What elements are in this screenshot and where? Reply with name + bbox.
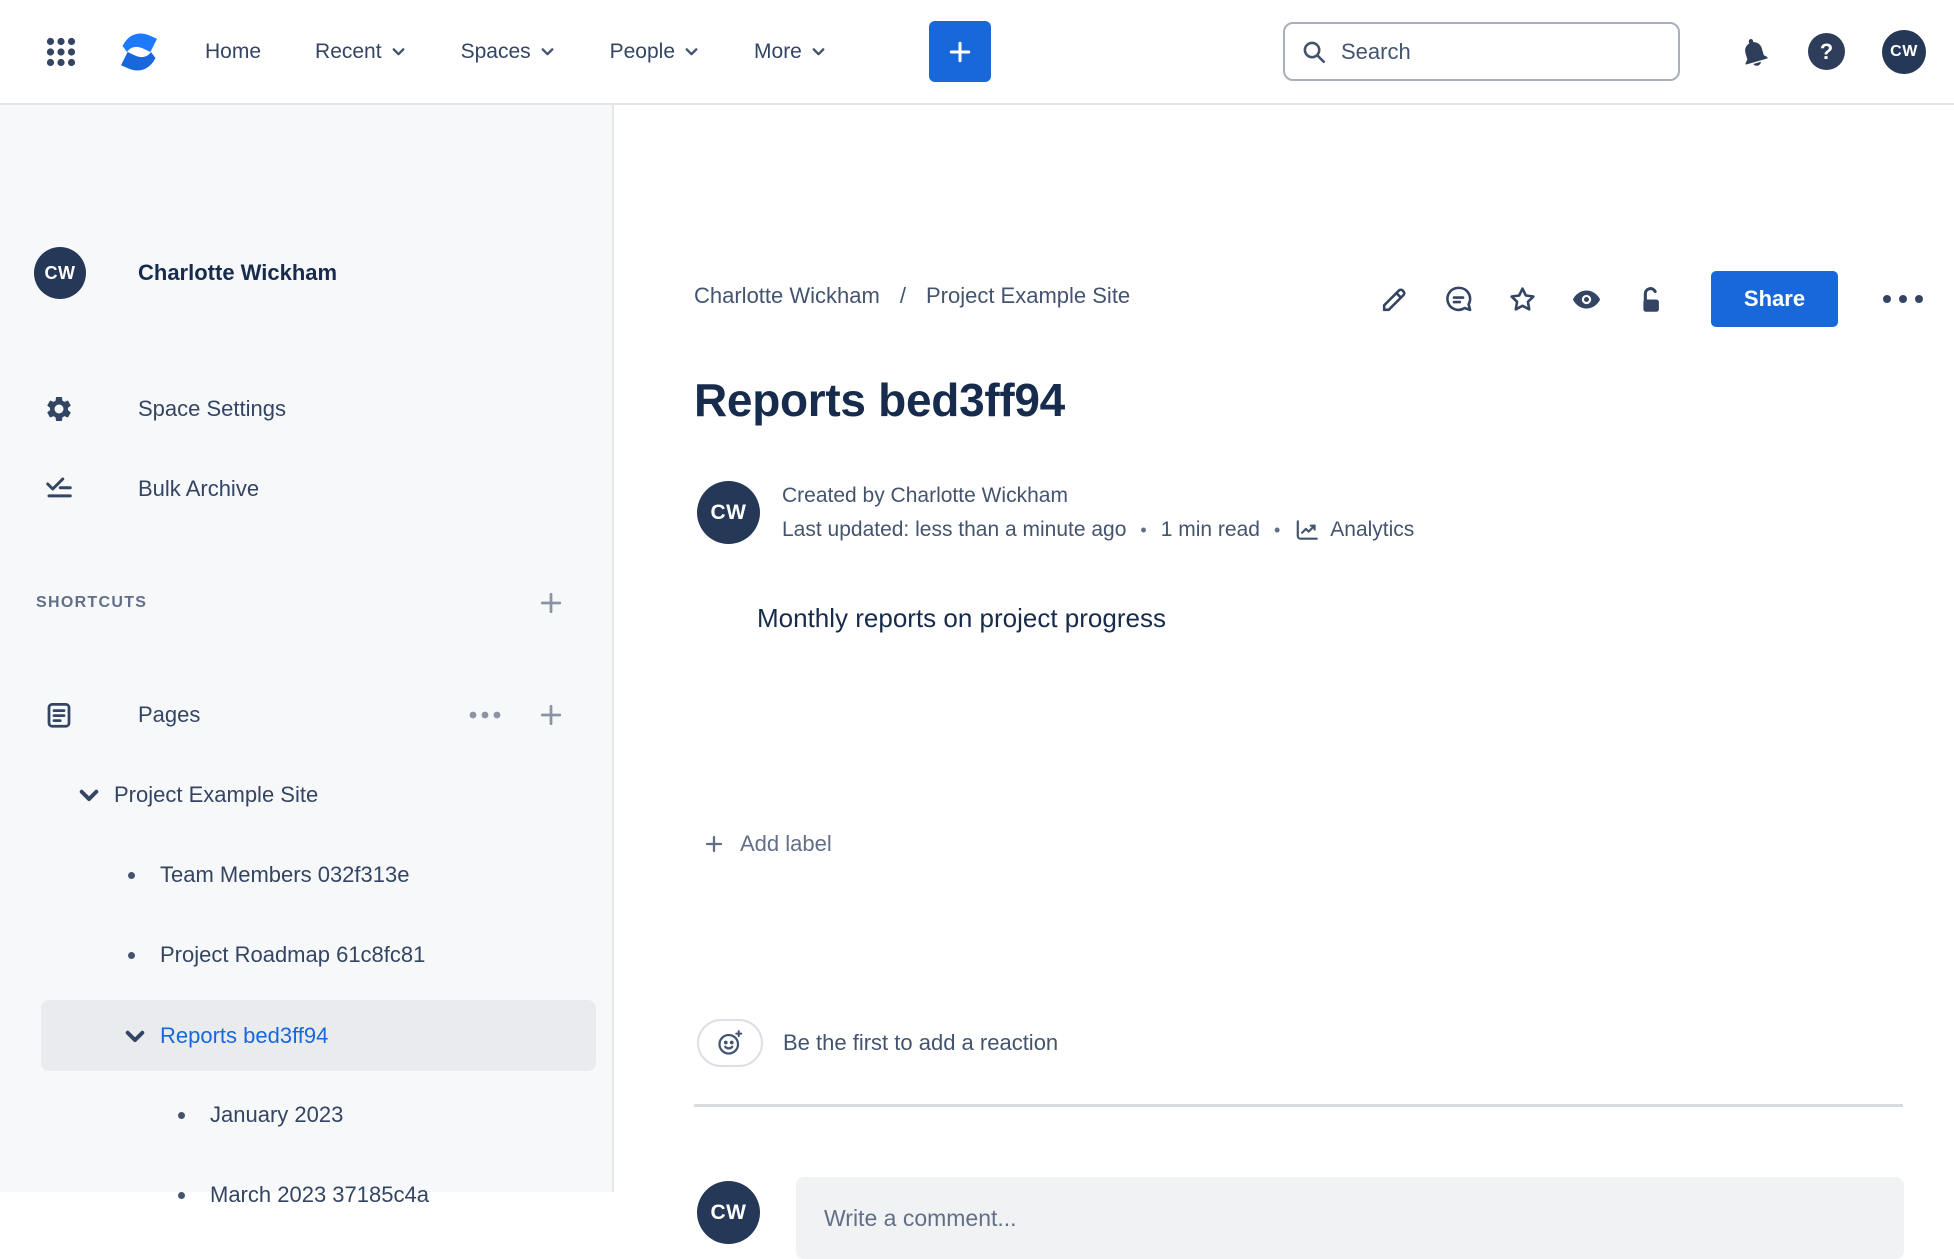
chevron-down-icon[interactable]: [122, 1023, 148, 1049]
space-name: Charlotte Wickham: [138, 260, 338, 285]
menu-home-label: Home: [205, 39, 262, 63]
sidebar-item-project-roadmap[interactable]: Project Roadmap 61c8fc81: [0, 926, 614, 984]
sidebar-item-space-settings[interactable]: Space Settings: [0, 381, 614, 437]
menu-spaces[interactable]: Spaces: [461, 40, 556, 64]
chevron-down-icon: [685, 48, 698, 56]
analytics-label: Analytics: [1330, 518, 1415, 541]
menu-people[interactable]: People: [610, 40, 700, 64]
menu-more[interactable]: More: [754, 40, 827, 64]
chevron-down-icon: [541, 48, 554, 56]
sidebar-item-project-example-site[interactable]: Project Example Site: [0, 766, 614, 824]
add-reaction-button[interactable]: [697, 1019, 763, 1067]
space-avatar: CW: [34, 247, 86, 299]
sidebar-item-team-members[interactable]: Team Members 032f313e: [0, 846, 614, 904]
add-label-text: Add label: [740, 831, 832, 856]
reactions-section: Be the first to add a reaction: [697, 1019, 1058, 1067]
chevron-down-icon[interactable]: [76, 782, 102, 808]
tree-item-label: Project Roadmap 61c8fc81: [160, 942, 426, 967]
tree-item-label: Reports bed3ff94: [160, 1022, 329, 1048]
bullet-icon: [178, 1191, 185, 1199]
share-button[interactable]: Share: [1711, 271, 1838, 327]
section-divider: [694, 1104, 1903, 1107]
unlock-icon[interactable]: [1635, 284, 1666, 315]
tree-item-label: Team Members 032f313e: [160, 862, 410, 887]
page-more-icon[interactable]: [1881, 293, 1925, 305]
add-shortcut-plus-icon[interactable]: [536, 588, 566, 618]
page-title: Reports bed3ff94: [694, 374, 1065, 426]
sidebar-item-march-2023[interactable]: March 2023 37185c4a: [0, 1166, 614, 1224]
space-sidebar: CW Charlotte Wickham Space Settings Bulk…: [0, 105, 614, 1207]
pages-document-icon: [47, 703, 71, 728]
comment-section: CW: [697, 1177, 1904, 1259]
bullet-icon: [178, 1111, 185, 1119]
watch-eye-icon[interactable]: [1571, 284, 1602, 315]
menu-home[interactable]: Home: [205, 40, 261, 64]
create-button[interactable]: [929, 21, 991, 82]
breadcrumb-separator: /: [899, 283, 906, 308]
author-avatar[interactable]: CW: [697, 481, 760, 544]
tree-item-label: March 2023 37185c4a: [210, 1182, 429, 1207]
sidebar-item-bulk-archive[interactable]: Bulk Archive: [0, 461, 614, 517]
tree-item-label: Project Example Site: [114, 782, 319, 807]
edit-pencil-icon[interactable]: [1379, 284, 1410, 315]
breadcrumb: Charlotte Wickham / Project Example Site: [694, 283, 1130, 309]
chevron-down-icon: [392, 48, 405, 56]
notifications-bell-icon[interactable]: [1733, 30, 1775, 72]
app-switcher-icon[interactable]: [41, 32, 81, 72]
add-label-button[interactable]: Add label: [702, 831, 832, 857]
sidebar-section-pages[interactable]: Pages: [0, 687, 614, 743]
sidebar-item-label: Space Settings: [138, 396, 286, 421]
page-body-text: Monthly reports on project progress: [757, 603, 1166, 633]
shortcuts-label: SHORTCUTS: [36, 594, 148, 611]
plus-icon: [705, 835, 723, 853]
tree-item-label: January 2023: [210, 1102, 344, 1127]
comment-input[interactable]: [796, 1177, 1904, 1259]
analytics-link[interactable]: Analytics: [1294, 517, 1414, 543]
bullet-icon: [128, 871, 135, 879]
reaction-prompt-text: Be the first to add a reaction: [783, 1030, 1059, 1055]
confluence-logo-icon[interactable]: [115, 28, 163, 76]
chevron-down-icon: [812, 48, 825, 56]
bullet-icon: [128, 951, 135, 959]
add-page-plus-icon[interactable]: [536, 700, 566, 730]
last-updated-text[interactable]: Last updated: less than a minute ago: [782, 518, 1126, 542]
menu-recent[interactable]: Recent: [315, 40, 407, 64]
page-actions-toolbar: Share: [1379, 271, 1925, 327]
menu-recent-label: Recent: [315, 39, 382, 63]
menu-more-label: More: [754, 39, 802, 63]
breadcrumb-parent-link[interactable]: Project Example Site: [926, 283, 1130, 309]
help-icon[interactable]: ?: [1808, 33, 1845, 70]
commenter-avatar: CW: [697, 1181, 760, 1244]
shortcuts-section-header: SHORTCUTS: [0, 575, 614, 631]
gear-icon: [47, 397, 71, 421]
sidebar-item-label: Bulk Archive: [138, 476, 260, 501]
page-content: Charlotte Wickham / Project Example Site…: [616, 105, 1954, 1259]
menu-people-label: People: [609, 39, 676, 63]
user-avatar[interactable]: CW: [1882, 29, 1926, 74]
plus-icon: [949, 41, 971, 62]
space-header[interactable]: CW Charlotte Wickham: [0, 241, 614, 305]
comments-icon[interactable]: [1443, 284, 1474, 315]
pages-more-icon[interactable]: [468, 710, 502, 720]
dot-separator: •: [1140, 519, 1147, 540]
read-time-text: 1 min read: [1160, 518, 1260, 541]
dot-separator: •: [1273, 519, 1281, 540]
analytics-chart-icon: [1296, 520, 1319, 540]
sidebar-item-january-2023[interactable]: January 2023: [0, 1086, 614, 1144]
top-navigation-bar: Home Recent Spaces People More Search ? …: [0, 0, 1954, 105]
created-by-text[interactable]: Created by Charlotte Wickham: [782, 484, 1068, 508]
breadcrumb-space-link[interactable]: Charlotte Wickham: [694, 283, 880, 309]
smiley-add-reaction-icon: [718, 1030, 743, 1055]
primary-menu: Home Recent Spaces People More: [205, 40, 827, 64]
search-box[interactable]: [1283, 22, 1680, 81]
search-input[interactable]: [1341, 38, 1641, 65]
byline: CW Created by Charlotte Wickham Last upd…: [697, 481, 1414, 544]
pages-label: Pages: [138, 702, 201, 727]
star-favourite-icon[interactable]: [1507, 284, 1538, 315]
search-icon: [1303, 41, 1326, 63]
bulk-archive-icon: [46, 477, 72, 498]
menu-spaces-label: Spaces: [460, 39, 531, 63]
sidebar-item-reports-selected[interactable]: Reports bed3ff94: [0, 1000, 614, 1071]
